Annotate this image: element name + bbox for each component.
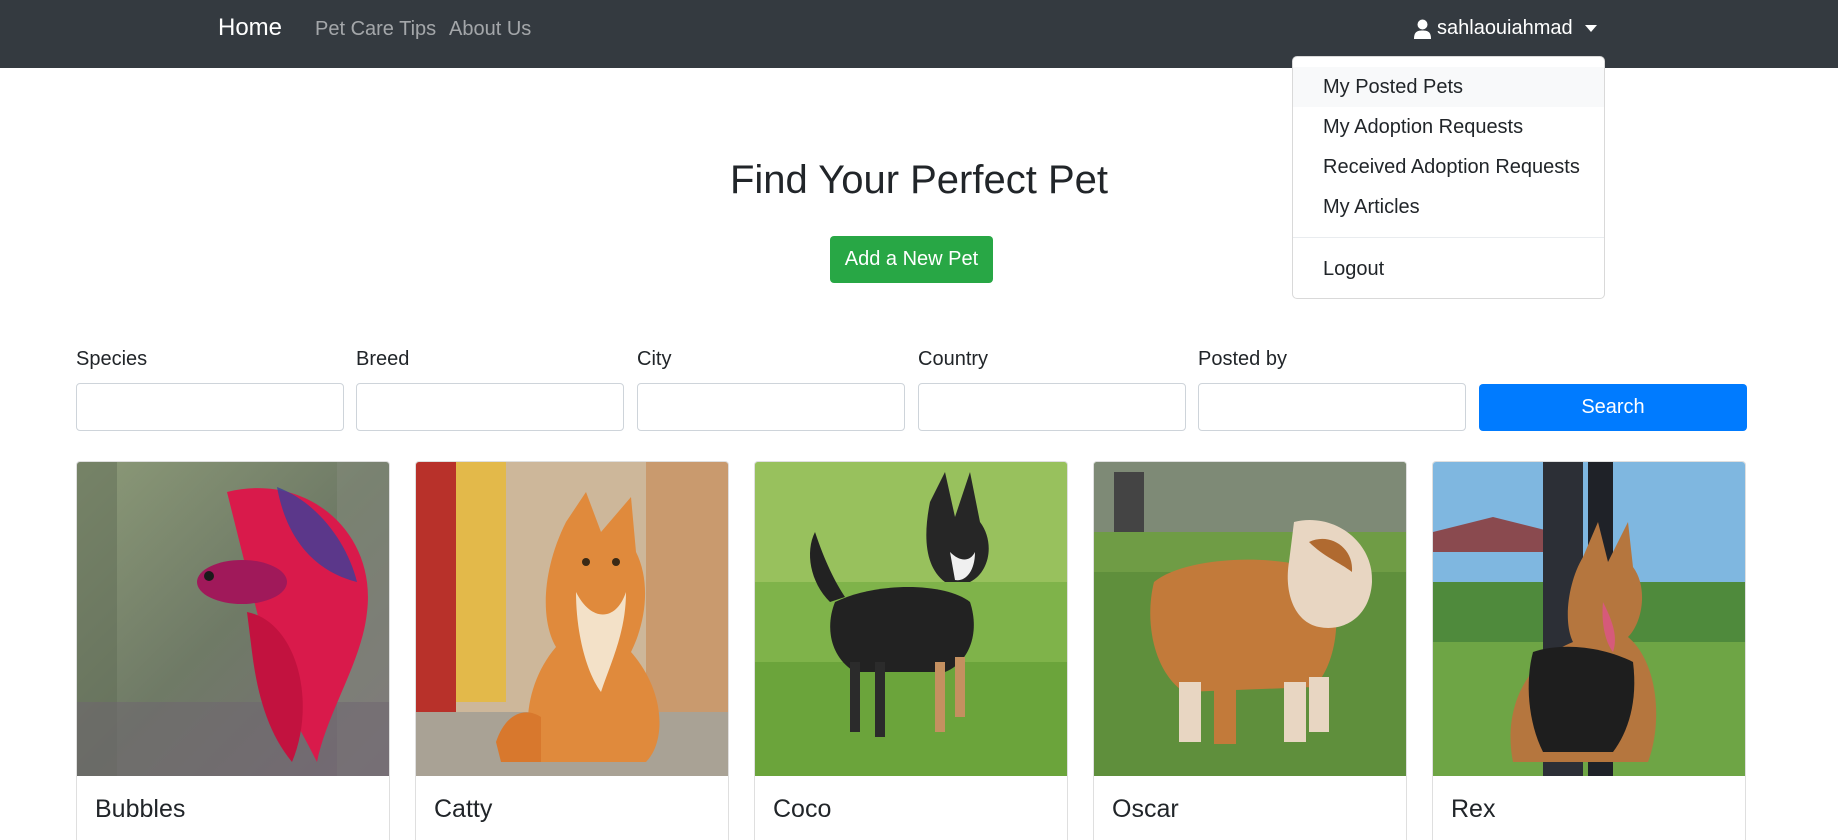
pet-card-coco[interactable]: Coco [754,461,1068,840]
breed-label: Breed [356,348,410,370]
posted-by-input[interactable] [1198,383,1466,431]
posted-by-label: Posted by [1198,348,1287,370]
german-shepherd-photo [1433,462,1745,776]
pet-card-rex[interactable]: Rex [1432,461,1746,840]
username: sahlaouiahmad [1437,17,1573,39]
pet-name: Oscar [1112,795,1179,823]
add-new-pet-button[interactable]: Add a New Pet [830,236,993,283]
caret-down-icon [1584,25,1597,32]
menu-item-my-adoption-requests[interactable]: My Adoption Requests [1293,107,1604,147]
user-icon [1414,19,1431,39]
pet-name: Bubbles [95,795,186,823]
menu-divider [1293,237,1604,238]
chihuahua-dog-photo [755,462,1067,776]
species-label: Species [76,348,148,370]
city-input[interactable] [637,383,905,431]
menu-item-my-posted-pets[interactable]: My Posted Pets [1293,67,1604,107]
betta-fish-photo [77,462,389,776]
country-label: Country [918,348,989,370]
pet-card-catty[interactable]: Catty [415,461,729,840]
country-input[interactable] [918,383,1186,431]
pet-name: Catty [434,795,493,823]
orange-tabby-cat-photo [416,462,728,776]
menu-item-logout[interactable]: Logout [1293,249,1604,289]
english-bulldog-photo [1094,462,1406,776]
search-button[interactable]: Search [1479,384,1747,431]
nav-pet-care-tips[interactable]: Pet Care Tips [315,18,436,41]
city-label: City [637,348,672,370]
breed-input[interactable] [356,383,624,431]
pet-name: Coco [773,795,832,823]
pet-card-oscar[interactable]: Oscar [1093,461,1407,840]
pet-card-bubbles[interactable]: Bubbles [76,461,390,840]
user-menu-toggle[interactable]: sahlaouiahmad [1414,17,1597,40]
species-input[interactable] [76,383,344,431]
home-link[interactable]: Home [218,14,282,42]
pet-name: Rex [1451,795,1496,823]
nav-about-us[interactable]: About Us [449,18,531,41]
page-title: Find Your Perfect Pet [729,158,1108,202]
